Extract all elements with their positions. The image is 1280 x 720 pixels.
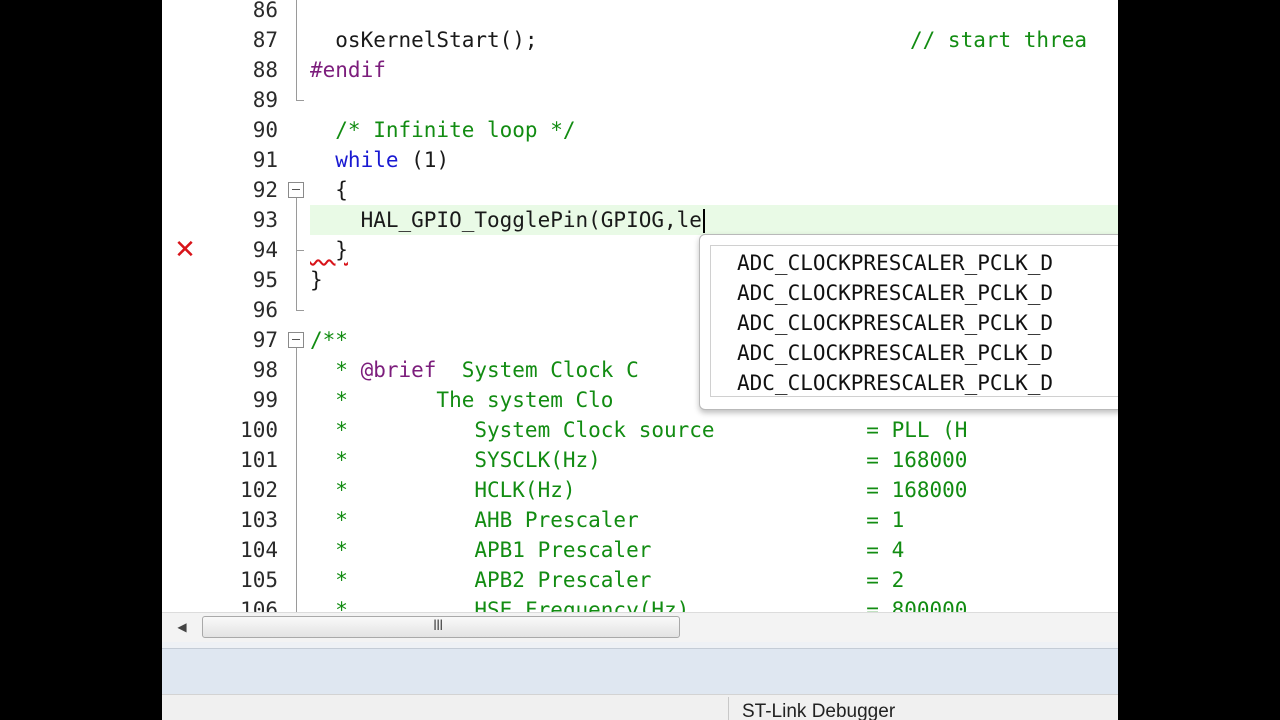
keyword-while: while xyxy=(310,148,399,172)
code-text: * xyxy=(310,358,361,382)
fold-guide xyxy=(296,198,297,250)
line-number: 101 xyxy=(240,448,278,472)
scroll-left-icon[interactable]: ◀ xyxy=(174,619,190,635)
code-text-error: } xyxy=(310,238,348,262)
autocomplete-item[interactable]: ADC_CLOCKPRESCALER_PCLK_D xyxy=(737,308,1053,338)
code-line: } xyxy=(310,235,348,265)
code-comment: /** xyxy=(310,328,348,352)
code-comment: * APB2 Prescaler = 2 xyxy=(310,568,905,592)
fold-guide xyxy=(296,250,297,310)
code-comment: * HCLK(Hz) = 168000 xyxy=(310,478,968,502)
debugger-status: ST-Link Debugger xyxy=(742,701,896,720)
scrollbar-thumb[interactable]: III xyxy=(202,616,680,638)
line-number: 103 xyxy=(240,508,278,532)
line-number: 104 xyxy=(240,538,278,562)
line-number: 93 xyxy=(252,208,278,232)
line-number: 92 xyxy=(252,178,278,202)
line-number: 91 xyxy=(252,148,278,172)
line-number: 86 xyxy=(252,0,278,22)
output-panel xyxy=(162,648,1118,694)
code-comment: * @brief System Clock C xyxy=(310,355,639,385)
autocomplete-popup[interactable]: ADC_CLOCKPRESCALER_PCLK_D ADC_CLOCKPRESC… xyxy=(699,234,1118,410)
text-caret xyxy=(702,209,705,233)
status-separator xyxy=(728,697,729,720)
code-line: while (1) xyxy=(310,145,449,175)
fold-guide-end xyxy=(296,250,304,251)
horizontal-scrollbar[interactable]: ◀ III xyxy=(162,612,1118,642)
line-number: 102 xyxy=(240,478,278,502)
line-number: 88 xyxy=(252,58,278,82)
line-number: 96 xyxy=(252,298,278,322)
fold-guide-end xyxy=(296,310,304,311)
code-comment: * AHB Prescaler = 1 xyxy=(310,508,905,532)
fold-guide xyxy=(296,0,297,100)
autocomplete-item[interactable]: ADC_CLOCKPRESCALER_PCLK_D xyxy=(737,338,1053,368)
fold-guide-end xyxy=(296,100,304,101)
fold-margin xyxy=(290,0,310,612)
code-line: { xyxy=(310,178,348,202)
code-text: (1) xyxy=(398,148,450,172)
line-number: 90 xyxy=(252,118,278,142)
code-text: HAL_GPIO_TogglePin(GPIOG,le xyxy=(310,208,702,232)
line-number: 98 xyxy=(252,358,278,382)
code-comment: * HSE Frequency(Hz) = 800000 xyxy=(310,598,968,612)
fold-guide xyxy=(296,348,297,612)
fold-collapse-icon[interactable] xyxy=(288,332,304,348)
code-line-current[interactable]: HAL_GPIO_TogglePin(GPIOG,le xyxy=(310,205,705,235)
code-line: #endif xyxy=(310,58,386,82)
code-line: osKernelStart(); xyxy=(310,25,538,55)
code-line: } xyxy=(310,268,323,292)
code-comment: * SYSCLK(Hz) = 168000 xyxy=(310,448,968,472)
doc-tag: @brief xyxy=(360,358,437,382)
line-number: 105 xyxy=(240,568,278,592)
code-text: System Clock C xyxy=(436,358,639,382)
code-comment: * APB1 Prescaler = 4 xyxy=(310,538,905,562)
line-number: 94 xyxy=(252,238,278,262)
grip-icon: III xyxy=(433,618,443,634)
code-comment: * System Clock source = PLL (H xyxy=(310,418,968,442)
autocomplete-item[interactable]: ADC_CLOCKPRESCALER_PCLK_D xyxy=(737,368,1053,398)
line-number: 97 xyxy=(252,328,278,352)
code-comment: // start threa xyxy=(910,28,1088,52)
autocomplete-item[interactable]: ADC_CLOCKPRESCALER_PCLK_D xyxy=(737,278,1053,308)
code-text: osKernelStart(); xyxy=(310,28,538,52)
autocomplete-item[interactable]: ADC_CLOCKPRESCALER_PCLK_D xyxy=(737,248,1053,278)
line-number: 87 xyxy=(252,28,278,52)
line-number: 89 xyxy=(252,88,278,112)
fold-collapse-icon[interactable] xyxy=(288,182,304,198)
code-comment: /* Infinite loop */ xyxy=(310,118,576,142)
status-bar: ST-Link Debugger xyxy=(162,694,1118,720)
line-number: 100 xyxy=(240,418,278,442)
editor-window: 86 87 88 89 90 91 92 93 ✕ 94 95 96 97 98… xyxy=(162,0,1118,720)
line-number: 95 xyxy=(252,268,278,292)
code-comment: * The system Clo xyxy=(310,388,614,412)
line-number: 99 xyxy=(252,388,278,412)
line-number-gutter: 86 87 88 89 90 91 92 93 ✕ 94 95 96 97 98… xyxy=(162,0,290,622)
